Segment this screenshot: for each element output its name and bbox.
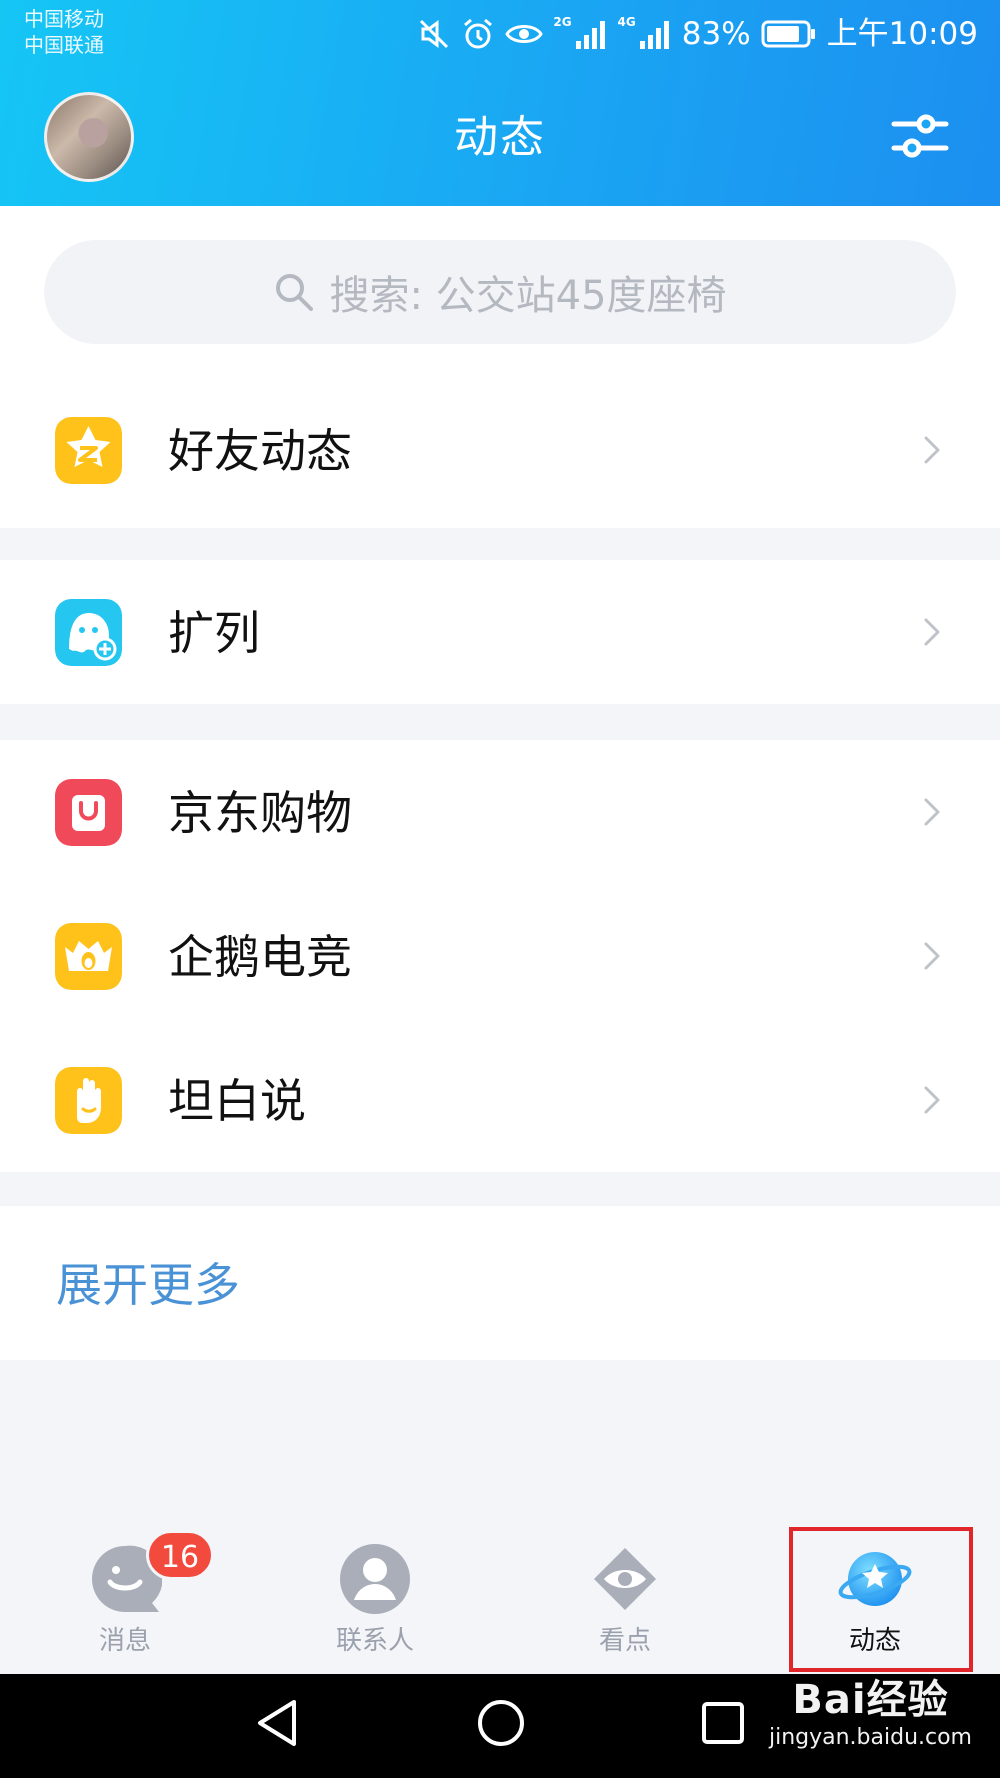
chevron-right-icon bbox=[924, 436, 940, 464]
page-title: 动态 bbox=[454, 112, 546, 163]
tab-kandian[interactable]: 看点 bbox=[500, 1500, 750, 1674]
signal-icon bbox=[575, 21, 605, 49]
kandian-eye-icon bbox=[594, 1548, 656, 1610]
battery-percent: 83% bbox=[681, 16, 751, 52]
signal-icon bbox=[639, 21, 669, 49]
status-bar: 中国移动 中国联通 2G 4G 83% 上午10:09 bbox=[0, 0, 1000, 66]
status-icons: 2G 4G 83% 上午10:09 bbox=[417, 12, 978, 56]
settings-sliders-icon[interactable] bbox=[888, 104, 952, 168]
network-label-1: 2G bbox=[553, 15, 572, 29]
list-item-kuolie[interactable]: 扩列 bbox=[0, 560, 1000, 704]
watermark-logo: Bai经验 bbox=[792, 1677, 949, 1723]
chevron-right-icon bbox=[924, 942, 940, 970]
highlight-annotation-box bbox=[789, 1527, 973, 1672]
network-label-2: 4G bbox=[617, 15, 636, 29]
mute-icon bbox=[420, 19, 449, 49]
search-input[interactable]: 搜索: 公交站45度座椅 bbox=[44, 240, 956, 344]
list-item-jd-shopping[interactable]: 京东购物 bbox=[0, 740, 1000, 884]
recents-square-icon[interactable] bbox=[698, 1696, 748, 1750]
shopping-bag-icon bbox=[55, 779, 122, 846]
back-triangle-icon[interactable] bbox=[252, 1696, 302, 1750]
section-expand-list: 扩列 bbox=[0, 560, 1000, 704]
qzone-star-icon bbox=[55, 417, 122, 484]
tab-messages[interactable]: 16 消息 bbox=[0, 1500, 250, 1674]
alarm-icon bbox=[464, 18, 493, 49]
carrier-info: 中国移动 中国联通 bbox=[24, 6, 104, 58]
unread-badge: 16 bbox=[146, 1530, 214, 1580]
section-apps: 京东购物 企鹅电竞 坦白说 bbox=[0, 740, 1000, 1172]
expand-more-link[interactable]: 展开更多 bbox=[56, 1256, 240, 1314]
header: 中国移动 中国联通 2G 4G 83% 上午10:09 动态 bbox=[0, 0, 1000, 206]
raised-hand-icon bbox=[55, 1067, 122, 1134]
list-item-penguin-esports[interactable]: 企鹅电竞 bbox=[0, 884, 1000, 1028]
list-item-label: 京东购物 bbox=[168, 786, 352, 840]
carrier-1: 中国移动 bbox=[24, 7, 104, 31]
search-icon bbox=[276, 274, 314, 311]
tab-contacts[interactable]: 联系人 bbox=[250, 1500, 500, 1674]
carrier-2: 中国联通 bbox=[24, 33, 104, 57]
list-item-label: 企鹅电竞 bbox=[168, 930, 352, 984]
chevron-right-icon bbox=[924, 618, 940, 646]
expand-more-section: 展开更多 bbox=[0, 1206, 1000, 1360]
home-circle-icon[interactable] bbox=[474, 1696, 528, 1750]
esports-crown-icon bbox=[55, 923, 122, 990]
tab-label: 看点 bbox=[598, 1626, 651, 1656]
contacts-icon bbox=[340, 1544, 410, 1614]
section-friends: 好友动态 bbox=[0, 378, 1000, 522]
eye-icon bbox=[505, 25, 544, 43]
ghost-add-friend-icon bbox=[55, 599, 122, 666]
list-item-label: 好友动态 bbox=[168, 424, 352, 478]
search-placeholder: 搜索: 公交站45度座椅 bbox=[329, 273, 727, 319]
list-item-label: 坦白说 bbox=[168, 1074, 306, 1128]
chevron-right-icon bbox=[924, 798, 940, 826]
tab-label: 联系人 bbox=[335, 1626, 414, 1656]
battery-icon bbox=[761, 20, 815, 48]
watermark: Bai经验 jingyan.baidu.com bbox=[769, 1676, 972, 1752]
tab-label: 消息 bbox=[98, 1626, 151, 1656]
chevron-right-icon bbox=[924, 1086, 940, 1114]
list-item-friend-feed[interactable]: 好友动态 bbox=[0, 378, 1000, 522]
list-item-label: 扩列 bbox=[168, 606, 260, 660]
list-item-tanbaishuo[interactable]: 坦白说 bbox=[0, 1028, 1000, 1172]
watermark-url: jingyan.baidu.com bbox=[768, 1725, 972, 1750]
clock: 上午10:09 bbox=[826, 16, 978, 52]
